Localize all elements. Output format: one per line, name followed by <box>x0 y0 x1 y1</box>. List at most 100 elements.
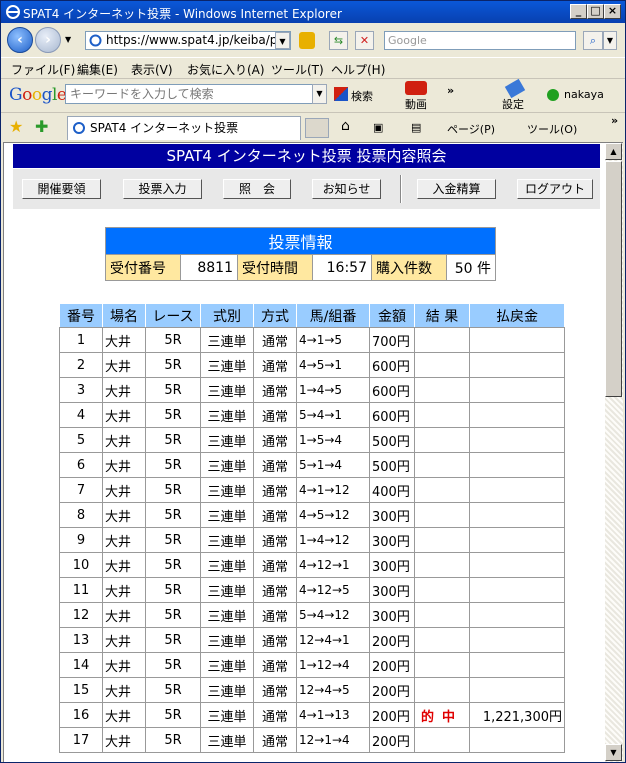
menu-tools[interactable]: ツール(T) <box>271 61 324 78</box>
minimize-button[interactable]: _ <box>570 4 587 19</box>
col-venue: 場名 <box>102 303 146 328</box>
cell-result <box>414 477 470 503</box>
cell-payout <box>469 427 565 453</box>
page-menu[interactable]: ページ(P) <box>447 121 495 137</box>
cell-amount: 300円 <box>369 502 415 528</box>
address-bar[interactable]: https://www.spat4.jp/keiba/pc <box>85 31 291 50</box>
tab-spat4[interactable]: SPAT4 インターネット投票 <box>67 116 301 140</box>
table-row: 8 大井 5R 三連単 通常 4→5→12 300円 <box>59 502 565 528</box>
cell-venue: 大井 <box>102 652 146 678</box>
col-result: 結 果 <box>414 303 470 328</box>
cell-number: 8 <box>59 502 103 528</box>
scroll-thumb[interactable] <box>605 161 622 397</box>
cell-payout <box>469 552 565 578</box>
cell-amount: 500円 <box>369 452 415 478</box>
schedule-button[interactable]: 開催要領 <box>22 179 101 199</box>
cell-method: 通常 <box>253 477 297 503</box>
bet-rows: 1 大井 5R 三連単 通常 4→1→5 700円 2 大井 5R 三連単 通常 4→5→1 600円 3 大… <box>59 327 565 753</box>
cell-combination: 5→1→4 <box>296 452 370 478</box>
search-icon[interactable]: ⌕ <box>583 31 603 50</box>
google-search-input[interactable]: キーワードを入力して検索 <box>65 84 314 104</box>
cell-number: 6 <box>59 452 103 478</box>
search-options-icon[interactable]: ▼ <box>603 31 617 50</box>
refresh-icon[interactable]: ⇆ <box>329 31 348 50</box>
menu-bar: ファイル(F) 編集(E) 表示(V) お気に入り(A) ツール(T) ヘルプ(… <box>1 57 625 78</box>
tools-menu[interactable]: ツール(O) <box>527 121 577 137</box>
forward-button[interactable]: › <box>35 27 61 53</box>
cell-result <box>414 652 470 678</box>
cell-venue: 大井 <box>102 502 146 528</box>
cell-number: 15 <box>59 677 103 703</box>
bet-info-table: 投票情報 受付番号 8811 受付時間 16:57 購入件数 50 件 <box>105 227 496 281</box>
table-row: 11 大井 5R 三連単 通常 4→12→5 300円 <box>59 577 565 603</box>
cell-amount: 600円 <box>369 402 415 428</box>
stop-icon[interactable]: ✕ <box>355 31 374 50</box>
history-dropdown-icon[interactable]: ▼ <box>65 35 71 44</box>
cell-result <box>414 352 470 378</box>
cell-result <box>414 427 470 453</box>
menu-view[interactable]: 表示(V) <box>131 61 173 78</box>
more-chevron-icon[interactable]: » <box>611 114 618 127</box>
menu-help[interactable]: ヘルプ(H) <box>331 61 385 78</box>
bet-input-button[interactable]: 投票入力 <box>123 179 202 199</box>
cell-method: 通常 <box>253 552 297 578</box>
logout-button[interactable]: ログアウト <box>517 179 593 199</box>
cell-result <box>414 577 470 603</box>
lock-icon[interactable] <box>299 32 315 49</box>
cell-result <box>414 527 470 553</box>
cell-payout <box>469 577 565 603</box>
cell-venue: 大井 <box>102 477 146 503</box>
vertical-scrollbar[interactable]: ▲ ▼ <box>605 142 623 762</box>
menu-file[interactable]: ファイル(F) <box>11 61 75 78</box>
google-search-icon[interactable] <box>334 87 348 101</box>
cell-race: 5R <box>145 702 201 728</box>
menu-edit[interactable]: 編集(E) <box>77 61 118 78</box>
cell-type: 三連単 <box>200 377 254 403</box>
maximize-button[interactable]: □ <box>587 4 604 19</box>
cell-number: 10 <box>59 552 103 578</box>
cell-race: 5R <box>145 627 201 653</box>
settings-label[interactable]: 設定 <box>502 96 524 112</box>
youtube-icon[interactable] <box>405 81 427 95</box>
feeds-icon[interactable]: ▣ <box>373 121 383 134</box>
print-icon[interactable]: ▤ <box>411 121 421 134</box>
table-row: 9 大井 5R 三連単 通常 1→4→12 300円 <box>59 527 565 553</box>
cell-number: 7 <box>59 477 103 503</box>
cell-method: 通常 <box>253 377 297 403</box>
google-search-label[interactable]: 検索 <box>351 88 373 104</box>
browser-window: SPAT4 インターネット投票 - Windows Internet Explo… <box>0 0 626 763</box>
home-icon[interactable]: ⌂ <box>341 118 350 134</box>
cell-payout: 1,221,300円 <box>469 702 565 728</box>
tab-bar: ★ ✚ SPAT4 インターネット投票 ⌂ ▣ ▤ ページ(P) ツール(O) … <box>1 112 625 142</box>
cell-combination: 1→5→4 <box>296 427 370 453</box>
cell-method: 通常 <box>253 702 297 728</box>
cell-amount: 200円 <box>369 652 415 678</box>
address-text: https://www.spat4.jp/keiba/pc <box>106 33 285 47</box>
page-title: SPAT4 インターネット投票 投票内容照会 <box>13 144 600 168</box>
cell-result <box>414 552 470 578</box>
video-label[interactable]: 動画 <box>405 96 427 112</box>
user-name[interactable]: nakaya <box>564 88 604 101</box>
favorites-star-icon[interactable]: ★ <box>9 117 23 136</box>
cell-type: 三連単 <box>200 452 254 478</box>
count-value: 50 件 <box>446 254 496 281</box>
cell-number: 5 <box>59 427 103 453</box>
cell-payout <box>469 502 565 528</box>
address-dropdown-icon[interactable]: ▼ <box>275 32 290 49</box>
google-search-dropdown-icon[interactable]: ▼ <box>312 84 327 104</box>
menu-favorites[interactable]: お気に入り(A) <box>187 61 265 78</box>
scroll-down-icon[interactable]: ▼ <box>605 744 622 761</box>
browser-search-input[interactable]: Google <box>384 31 576 50</box>
back-button[interactable]: ‹ <box>7 27 33 53</box>
new-tab-button[interactable] <box>305 118 329 138</box>
close-button[interactable]: × <box>604 4 621 19</box>
scroll-up-icon[interactable]: ▲ <box>605 143 622 160</box>
more-chevron-icon[interactable]: » <box>447 84 454 97</box>
add-favorite-icon[interactable]: ✚ <box>35 117 48 136</box>
notice-button[interactable]: お知らせ <box>312 179 381 199</box>
deposit-button[interactable]: 入金精算 <box>417 179 496 199</box>
cell-race: 5R <box>145 352 201 378</box>
cell-race: 5R <box>145 727 201 753</box>
inquiry-button[interactable]: 照 会 <box>223 179 291 199</box>
cell-number: 13 <box>59 627 103 653</box>
